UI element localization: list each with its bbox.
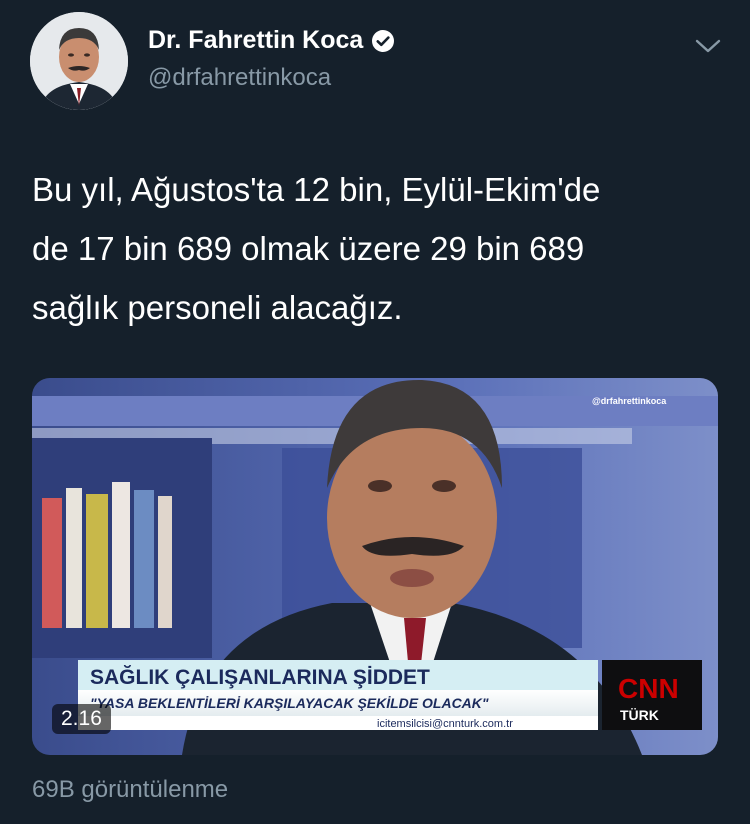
avatar-portrait: [30, 12, 128, 110]
author-name[interactable]: Dr. Fahrettin Koca: [148, 26, 363, 55]
channel-logo: CNN: [618, 673, 679, 704]
author-handle[interactable]: @drfahrettinkoca: [148, 64, 331, 92]
tweet-text: Bu yıl, Ağustos'ta 12 bin, Eylül-Ekim'de…: [32, 171, 601, 326]
video-frame: SAĞLIK ÇALIŞANLARINA ŞİDDET "YASA BEKLEN…: [32, 378, 718, 755]
avatar[interactable]: [30, 12, 128, 110]
view-count: 69B görüntülenme: [32, 776, 229, 803]
display-name-row[interactable]: Dr. Fahrettin Koca: [148, 26, 395, 55]
tweet-card: Dr. Fahrettin Koca @drfahrettinkoca Bu y…: [0, 0, 750, 824]
channel-logo-sub: TÜRK: [620, 707, 659, 723]
verified-badge-icon: [372, 29, 395, 52]
video-thumbnail[interactable]: SAĞLIK ÇALIŞANLARINA ŞİDDET "YASA BEKLEN…: [32, 378, 718, 755]
chevron-down-icon[interactable]: [694, 36, 722, 56]
video-duration-badge: 2.16: [52, 704, 111, 734]
video-watermark: @drfahrettinkoca: [592, 396, 667, 406]
video-subheadline: "YASA BEKLENTİLERİ KARŞILAYACAK ŞEKİLDE …: [90, 695, 489, 711]
video-ticker: icitemsilcisi@cnnturk.com.tr: [377, 718, 513, 730]
video-headline: SAĞLIK ÇALIŞANLARINA ŞİDDET: [90, 665, 430, 689]
